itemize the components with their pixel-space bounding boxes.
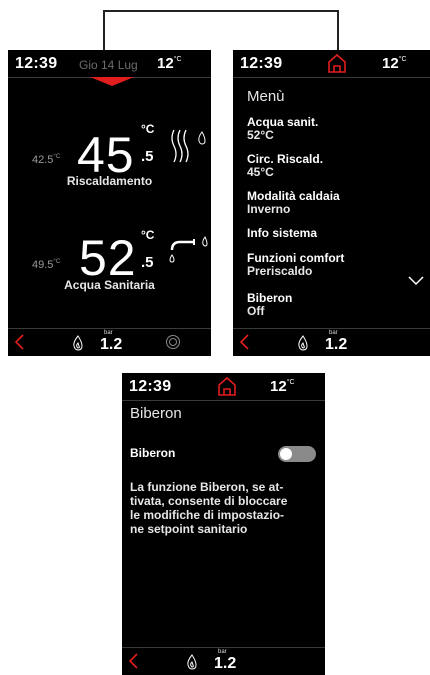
bottom-bar: bar 1.2 xyxy=(122,647,325,675)
back-icon[interactable] xyxy=(12,333,26,351)
home-icon[interactable] xyxy=(326,52,348,74)
dhw-setpoint[interactable]: 49.5°C xyxy=(32,259,60,271)
clock: 12:39 xyxy=(240,55,283,72)
biberon-screen: 12:39 12°C Biberon Biberon La funzione B… xyxy=(122,373,325,675)
date: Gio 14 Lug xyxy=(79,58,138,72)
status-bar: 12:39 Gio 14 Lug 12°C xyxy=(8,50,211,78)
flame-icon xyxy=(187,654,197,670)
outdoor-temp: 12°C xyxy=(270,378,295,395)
heating-unit: °C xyxy=(141,122,155,136)
outdoor-temp: 12°C xyxy=(157,55,182,72)
page-title: Menù xyxy=(247,88,285,105)
pressure-value: 1.2 xyxy=(214,655,237,672)
menu-pull-tab[interactable] xyxy=(90,77,134,86)
heating-setpoint[interactable]: 42.5°C xyxy=(32,154,60,166)
menu-item-biberon[interactable]: Biberon Off xyxy=(247,292,292,318)
pressure-value: 1.2 xyxy=(325,336,348,353)
chevron-down-icon[interactable] xyxy=(407,274,425,286)
heating-temperature: 45 xyxy=(77,127,135,183)
pressure-value: 1.2 xyxy=(100,336,123,353)
heating-decimal: .5 xyxy=(141,148,154,165)
dhw-decimal: .5 xyxy=(141,254,154,271)
menu-item-circ-riscald[interactable]: Circ. Riscald. 45°C xyxy=(247,153,323,179)
toggle-knob xyxy=(280,448,292,460)
menu-item-funzioni-comfort[interactable]: Funzioni comfort Preriscaldo xyxy=(247,252,344,278)
clock: 12:39 xyxy=(15,55,58,72)
dhw-unit: °C xyxy=(141,228,155,242)
menu-item-acqua-sanit[interactable]: Acqua sanit. 52°C xyxy=(247,116,318,142)
water-tap-icon xyxy=(169,236,208,263)
flame-icon xyxy=(73,335,83,351)
connector-line xyxy=(103,10,339,54)
status-bar: 12:39 12°C xyxy=(122,373,325,401)
pump-icon xyxy=(166,335,180,349)
clock: 12:39 xyxy=(129,378,172,395)
heating-waves-icon xyxy=(171,129,206,163)
bottom-bar: bar 1.2 xyxy=(233,328,430,356)
back-icon[interactable] xyxy=(126,652,140,670)
menu-screen: 12:39 12°C Menù Acqua sanit. 52°C Circ. R… xyxy=(233,50,430,356)
dhw-label: Acqua Sanitaria xyxy=(64,278,155,292)
home-icon[interactable] xyxy=(216,375,238,397)
menu-item-modalita-caldaia[interactable]: Modalità caldaia Inverno xyxy=(247,190,340,216)
biberon-toggle[interactable] xyxy=(278,446,316,462)
outdoor-temp: 12°C xyxy=(382,55,407,72)
biberon-toggle-label: Biberon xyxy=(130,446,176,460)
flame-icon xyxy=(298,335,308,351)
heating-label: Riscaldamento xyxy=(66,174,153,188)
back-icon[interactable] xyxy=(237,333,251,351)
bottom-bar: bar 1.2 xyxy=(8,328,211,356)
biberon-description: La funzione Biberon, se at- tivata, cons… xyxy=(130,480,288,536)
menu-item-info-sistema[interactable]: Info sistema xyxy=(247,227,317,240)
page-title: Biberon xyxy=(130,405,182,422)
home-screen: 12:39 Gio 14 Lug 12°C 42.5°C 45 °C .5 Ri… xyxy=(8,50,211,356)
status-bar: 12:39 12°C xyxy=(233,50,430,78)
dhw-temperature: 52 xyxy=(79,230,137,286)
